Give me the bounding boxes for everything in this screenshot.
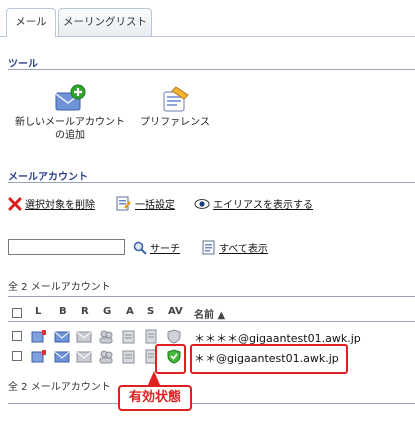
tools-divider (8, 69, 415, 70)
delete-selected-button[interactable]: 選択対象を削除 (8, 196, 95, 211)
tab-mail[interactable]: メール (6, 8, 56, 37)
column-header-r[interactable]: R (81, 306, 89, 317)
table-header-divider (8, 321, 415, 322)
account-count-top: 全 2 メールアカウント (8, 282, 111, 293)
delete-selected-label: 選択対象を削除 (25, 200, 95, 211)
redirect-icon[interactable] (76, 329, 92, 344)
tab-bar: メール メーリングリスト (0, 0, 415, 37)
search-input[interactable] (8, 239, 125, 255)
show-all-button[interactable]: すべて表示 (202, 240, 268, 255)
add-mail-account-tool[interactable]: 新しいメールアカウント の追加 (6, 84, 134, 142)
mailbox-icon[interactable] (31, 349, 47, 364)
address-highlight-box (190, 344, 348, 374)
spam-filter-icon[interactable] (143, 329, 159, 344)
list-document-icon (202, 240, 215, 255)
row-checkbox[interactable] (12, 351, 22, 361)
column-header-b[interactable]: B (59, 306, 67, 317)
delete-x-icon (8, 197, 22, 210)
accounts-section-title: メールアカウント (8, 172, 88, 183)
mailbox-icon[interactable] (31, 329, 47, 344)
row-checkbox[interactable] (12, 331, 22, 341)
mail-envelope-icon[interactable] (54, 329, 70, 344)
bulk-settings-button[interactable]: 一括設定 (116, 196, 175, 211)
preferences-label: プリファレンス (140, 117, 210, 128)
mail-add-icon (55, 84, 86, 111)
add-mail-account-label-2: の追加 (55, 130, 85, 141)
search-label: サーチ (150, 244, 180, 255)
active-status-callout: 有効状態 (118, 385, 192, 411)
av-highlight-box (155, 344, 186, 374)
group-icon[interactable] (98, 349, 114, 364)
column-header-av[interactable]: AV (168, 306, 183, 317)
table-top-divider (8, 296, 415, 297)
column-header-name[interactable]: 名前 ▲ (194, 306, 225, 321)
autoresponder-icon[interactable] (121, 329, 137, 344)
table-bottom-divider (8, 403, 415, 404)
show-aliases-label: エイリアスを表示する (213, 200, 313, 211)
select-all-checkbox[interactable] (12, 308, 22, 318)
accounts-table-header: L B R G A S AV 名前 ▲ (8, 305, 415, 321)
preferences-tool[interactable]: プリファレンス (135, 84, 215, 129)
column-header-g[interactable]: G (103, 306, 111, 317)
add-mail-account-label-1: 新しいメールアカウント (15, 117, 125, 128)
tab-mailing-list[interactable]: メーリングリスト (58, 8, 152, 36)
column-header-a[interactable]: A (126, 306, 134, 317)
antivirus-shield-icon[interactable] (166, 329, 182, 344)
callout-pointer (148, 371, 160, 385)
tools-section-title: ツール (8, 59, 38, 70)
account-count-bottom: 全 2 メールアカウント (8, 382, 111, 393)
column-header-s[interactable]: S (147, 306, 154, 317)
show-all-label: すべて表示 (219, 244, 268, 255)
tab-baseline (0, 36, 415, 37)
group-icon[interactable] (98, 329, 114, 344)
autoresponder-icon[interactable] (121, 349, 137, 364)
redirect-icon[interactable] (76, 349, 92, 364)
show-aliases-button[interactable]: エイリアスを表示する (194, 196, 313, 211)
magnifier-icon (133, 241, 147, 255)
bulk-settings-icon (116, 196, 131, 211)
mail-envelope-icon[interactable] (54, 349, 70, 364)
bulk-settings-label: 一括設定 (135, 200, 175, 211)
accounts-divider (8, 182, 415, 183)
column-header-l[interactable]: L (35, 306, 41, 317)
eye-icon (194, 198, 210, 209)
search-button[interactable]: サーチ (133, 240, 180, 255)
preferences-icon (163, 86, 189, 112)
